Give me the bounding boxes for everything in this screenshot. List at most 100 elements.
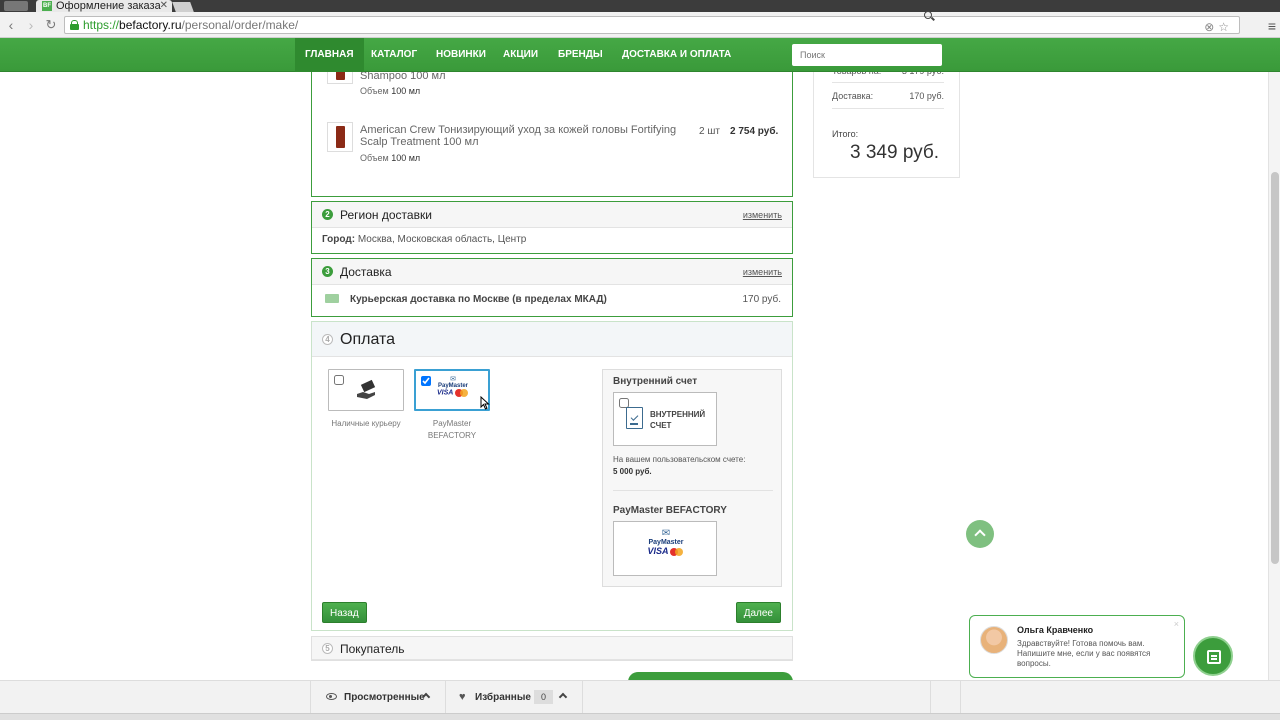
reload-icon[interactable]: ↻	[44, 17, 58, 33]
paymaster-option[interactable]: ✉ PayMaster VISA	[613, 521, 717, 576]
site-favicon-icon: BF	[42, 1, 52, 11]
back-icon[interactable]: ‹	[4, 17, 18, 33]
payment-cash-checkbox[interactable]	[334, 375, 344, 385]
step-number: 5	[322, 643, 333, 654]
delivery-method: Курьерская доставка по Москве (в предела…	[350, 294, 607, 305]
region-header: 2 Регион доставки изменить	[312, 202, 792, 228]
mouse-cursor-icon	[480, 396, 490, 410]
page-scrollbar[interactable]	[1268, 38, 1280, 680]
product-thumbnail[interactable]	[327, 122, 353, 152]
payment-paymaster-caption: PayMaster BEFACTORY	[427, 419, 477, 440]
divider	[832, 108, 944, 109]
nav-item-delivery-payment[interactable]: ДОСТАВКА И ОПЛАТА	[612, 38, 741, 72]
url-host: befactory.ru	[119, 18, 182, 32]
bookmark-star-icon[interactable]: ⊗☆	[1204, 19, 1233, 35]
nav-item-catalog[interactable]: КАТАЛОГ	[361, 38, 427, 72]
new-tab-button[interactable]	[172, 2, 194, 12]
search-input[interactable]	[792, 44, 942, 66]
product-volume: Объем 100 мл	[360, 86, 421, 96]
divider	[613, 490, 773, 491]
delivery-header: 3 Доставка изменить	[312, 259, 792, 285]
step-number: 4	[322, 334, 333, 345]
favorites-toggle[interactable]: Избранные	[475, 692, 531, 703]
search-icon[interactable]	[924, 11, 932, 19]
paymaster-logo: ✉ PayMaster VISA	[647, 528, 684, 557]
next-button[interactable]: Далее	[735, 602, 781, 623]
bottom-panel: Просмотренные ♥ Избранные 0	[0, 680, 1280, 714]
avatar	[980, 626, 1008, 654]
url-field[interactable]: https://befactory.ru/personal/order/make…	[64, 16, 1240, 34]
url-scheme: https://	[83, 18, 120, 32]
product-quantity: 2 шт	[699, 126, 720, 137]
order-summary: Товаров на:3 179 руб. Доставка:170 руб. …	[813, 60, 960, 178]
browser-menu-icon[interactable]: ≡	[1268, 18, 1276, 34]
browser-status-bar	[0, 713, 1280, 720]
paymaster-title: PayMaster BEFACTORY	[613, 505, 727, 516]
browser-tab[interactable]: BF Оформление заказа ✕	[36, 0, 172, 12]
chat-message: Здравствуйте! Готова помочь вам. Напишит…	[1017, 639, 1151, 668]
summary-total-label: Итого:	[832, 129, 859, 139]
payment-block: 4 Оплата Наличные курьеру ✉ PayMaster VI…	[311, 321, 793, 631]
step-number: 3	[322, 266, 333, 277]
inner-account-option[interactable]: ВНУТРЕННИЙ СЧЕТ	[613, 392, 717, 446]
payment-title: Оплата	[340, 331, 396, 348]
delivery-price: 170 руб.	[742, 294, 781, 305]
chat-popup[interactable]: Ольга Кравченко Здравствуйте! Готова пом…	[969, 615, 1185, 678]
favorites-count-badge: 0	[534, 690, 553, 704]
back-button[interactable]: Назад	[322, 602, 367, 623]
region-change-link[interactable]: изменить	[743, 210, 782, 220]
product-price: 2 754 руб.	[730, 126, 779, 137]
buyer-block[interactable]: 5 Покупатель	[311, 636, 793, 661]
payment-body: Наличные курьеру ✉ PayMaster VISA PayMas…	[312, 358, 792, 628]
inner-account-title: Внутренний счет	[613, 376, 698, 387]
payment-option-cash[interactable]	[328, 369, 404, 411]
forward-icon[interactable]: ›	[24, 17, 38, 33]
eye-icon	[326, 693, 337, 700]
mastercard-icon	[670, 548, 684, 557]
summary-total-value: 3 349 руб.	[850, 142, 940, 163]
payment-header: 4 Оплата	[312, 322, 792, 357]
mastercard-icon	[455, 389, 469, 397]
divider	[832, 82, 944, 83]
summary-delivery: Доставка: 170 руб.	[832, 91, 944, 101]
heart-icon: ♥	[459, 691, 466, 703]
cart-block: Shampoo 100 мл Объем 100 мл American Cre…	[311, 54, 793, 197]
product-name[interactable]: American Crew Тонизирующий уход за кожей…	[360, 124, 700, 148]
payment-info-panel: Внутренний счет ВНУТРЕННИЙ СЧЕТ На вашем…	[602, 369, 782, 587]
nav-item-brands[interactable]: БРЕНДЫ	[548, 38, 613, 72]
balance-info: На вашем пользовательском счете: 5 000 р…	[613, 455, 746, 476]
payment-paymaster-checkbox[interactable]	[421, 376, 431, 386]
tab-title: Оформление заказа	[56, 0, 161, 12]
delivery-title: Доставка	[340, 265, 392, 279]
buyer-title: Покупатель	[340, 642, 405, 656]
chat-agent-name: Ольга Кравченко	[1017, 625, 1094, 635]
nav-item-new[interactable]: НОВИНКИ	[426, 38, 496, 72]
delivery-block: 3 Доставка изменить Курьерская доставка …	[311, 258, 793, 317]
nav-item-home[interactable]: ГЛАВНАЯ	[295, 38, 364, 72]
region-block: 2 Регион доставки изменить Город: Москва…	[311, 201, 793, 254]
tab-close-icon[interactable]: ✕	[160, 0, 168, 12]
browser-app-icon[interactable]	[4, 1, 28, 11]
scroll-to-top-button[interactable]	[966, 520, 994, 548]
browser-tab-bar: BF Оформление заказа ✕	[0, 0, 1280, 12]
truck-icon	[325, 294, 339, 303]
chevron-up-icon[interactable]	[558, 692, 568, 702]
delivery-change-link[interactable]: изменить	[743, 267, 782, 277]
buyer-header: 5 Покупатель	[312, 637, 792, 660]
site-navigation: ГЛАВНАЯ КАТАЛОГ НОВИНКИ АКЦИИ БРЕНДЫ ДОС…	[0, 38, 1280, 72]
paymaster-logo: ✉ PayMaster VISA	[436, 376, 469, 397]
payment-option-paymaster[interactable]: ✉ PayMaster VISA	[414, 369, 490, 411]
payment-cash-caption: Наличные курьеру	[331, 419, 401, 428]
step-number: 2	[322, 209, 333, 220]
nav-item-sales[interactable]: АКЦИИ	[493, 38, 548, 72]
url-path: /personal/order/make/	[181, 18, 299, 32]
chat-icon	[1207, 650, 1221, 664]
address-bar: ‹ › ↻ https://befactory.ru/personal/orde…	[0, 12, 1280, 38]
close-icon[interactable]: ×	[1174, 619, 1179, 629]
region-title: Регион доставки	[340, 208, 432, 222]
scrollbar-thumb[interactable]	[1271, 172, 1279, 564]
viewed-products-toggle[interactable]: Просмотренные	[344, 692, 425, 703]
region-city: Город: Москва, Московская область, Центр	[322, 234, 527, 245]
product-volume: Объем 100 мл	[360, 153, 421, 163]
chat-open-button[interactable]	[1193, 636, 1233, 676]
